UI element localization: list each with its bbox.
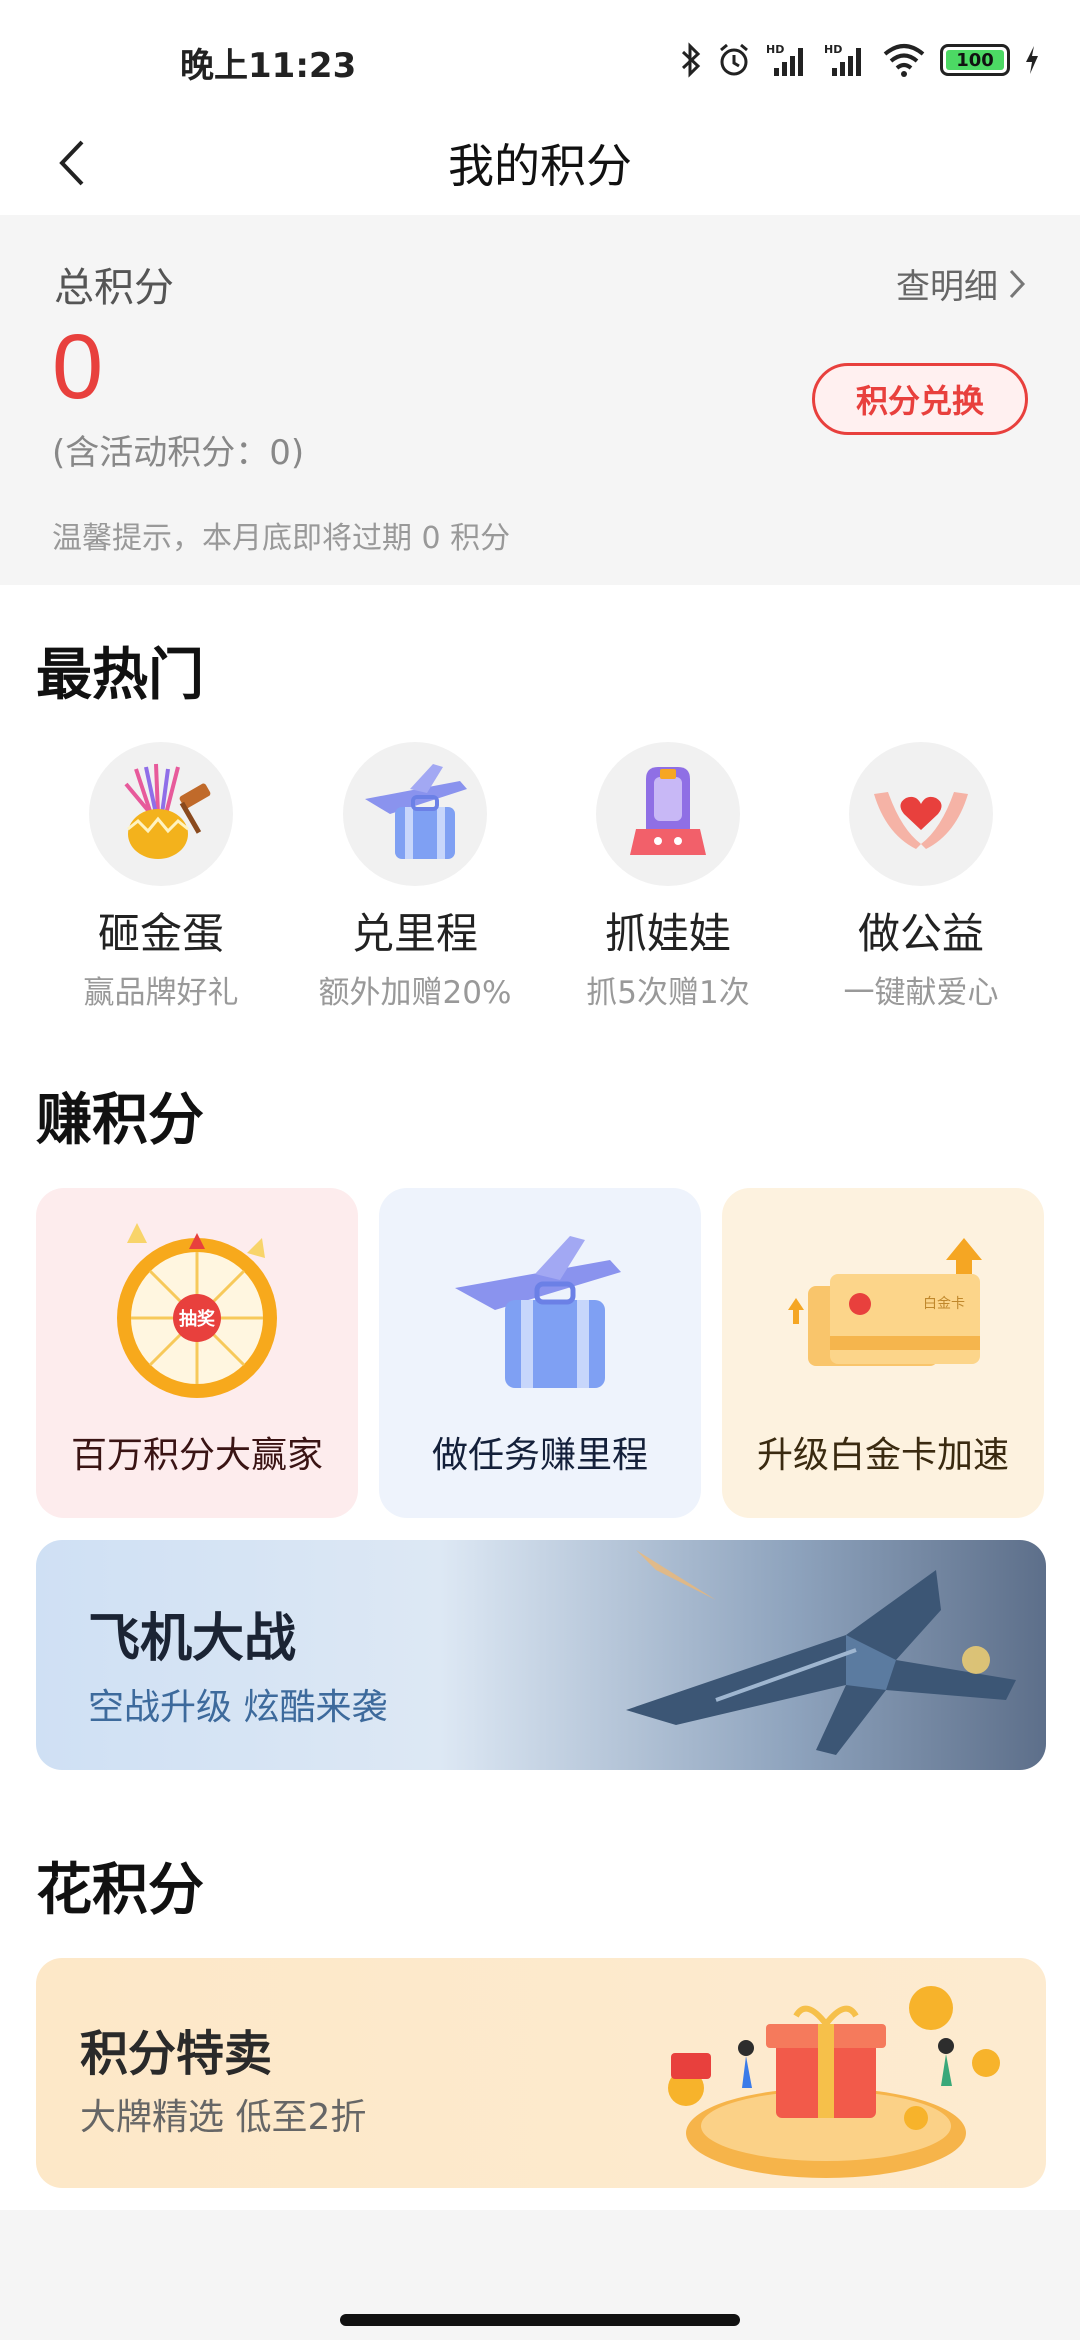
claw-machine-icon: [630, 767, 706, 855]
chevron-right-icon: [1009, 269, 1026, 298]
hot-item-golden-egg[interactable]: 砸金蛋 赢品牌好礼: [36, 742, 286, 1012]
wifi-icon: [883, 44, 925, 77]
hot-item-sub: 抓5次赠1次: [586, 975, 750, 1011]
hd-signal-icon: HD: [824, 43, 861, 76]
hot-item-name: 砸金蛋: [97, 909, 224, 958]
status-icons: HD HD 100: [680, 38, 1040, 82]
hot-item-sub: 赢品牌好礼: [83, 975, 239, 1011]
hot-item-charity[interactable]: 做公益 一键献爱心: [796, 742, 1046, 1012]
points-sale-banner[interactable]: 积分特卖 大牌精选 低至2折: [36, 1958, 1046, 2188]
bluetooth-icon: [681, 42, 701, 78]
hot-item-name: 抓娃娃: [604, 909, 731, 958]
earn-card-label: 升级白金卡加速: [756, 1435, 1009, 1476]
prize-wheel-icon: 抽奖: [117, 1223, 277, 1398]
points-page: 晚上11:23 HD HD 100 我的积分 总积分 查明细 0 (含活动积分：…: [0, 0, 1080, 2340]
earn-section-title: 赚积分: [36, 1088, 204, 1153]
view-details-label: 查明细: [896, 267, 998, 307]
fighter-jet-icon: [626, 1550, 1016, 1755]
earn-card-mileage-tasks[interactable]: 做任务赚里程: [379, 1188, 701, 1518]
plane-luggage-icon: [455, 1236, 621, 1388]
plane-luggage-icon: [365, 764, 467, 859]
spend-section-title: 花积分: [36, 1858, 204, 1923]
points-value: 0: [52, 316, 104, 418]
page-title: 我的积分: [448, 139, 632, 193]
hot-row: 砸金蛋 赢品牌好礼 兑里程 额外加赠20% 抓娃娃 抓5次赠1次 做公益 一键献…: [0, 742, 1080, 1012]
earn-card-art: 白金卡: [722, 1208, 1044, 1418]
battery-level: 100: [946, 50, 1004, 71]
plane-war-banner[interactable]: 飞机大战 空战升级 炫酷来袭: [36, 1540, 1046, 1770]
hot-item-circle: [596, 742, 740, 886]
hd-signal-icon: HD: [766, 43, 803, 76]
points-sale-title: 积分特卖: [80, 2026, 273, 2082]
hot-item-name: 做公益: [857, 909, 984, 958]
nav-bar: 我的积分: [0, 110, 1080, 215]
alarm-icon: [720, 43, 748, 76]
hot-item-sub: 一键献爱心: [843, 975, 999, 1011]
view-details-link[interactable]: 查明细: [896, 259, 1026, 308]
plane-war-title: 飞机大战: [88, 1609, 297, 1669]
svg-text:HD: HD: [824, 43, 842, 56]
hot-item-sub: 额外加赠20%: [318, 975, 512, 1011]
gift-coins-icon: [668, 1986, 1000, 2178]
upgrade-card-icon: 白金卡: [788, 1238, 982, 1366]
hot-item-circle: [849, 742, 993, 886]
earn-card-label: 做任务赚里程: [431, 1435, 648, 1476]
hot-item-circle: [343, 742, 487, 886]
status-bar: 晚上11:23 HD HD 100: [0, 0, 1080, 110]
svg-text:HD: HD: [766, 43, 784, 56]
expiry-tip: 温馨提示，本月底即将过期 0 积分: [52, 521, 511, 556]
hot-item-claw-machine[interactable]: 抓娃娃 抓5次赠1次: [543, 742, 793, 1012]
hot-section-title: 最热门: [36, 643, 204, 708]
heart-hands-icon: [874, 792, 968, 849]
points-sale-subtitle: 大牌精选 低至2折: [80, 2097, 367, 2138]
points-summary: 总积分 查明细 0 (含活动积分：0) 积分兑换 温馨提示，本月底即将过期 0 …: [0, 215, 1080, 585]
earn-card-art: [379, 1208, 701, 1418]
plane-war-subtitle: 空战升级 炫酷来袭: [88, 1687, 388, 1728]
golden-egg-icon: [124, 763, 211, 859]
earn-card-art: 抽奖: [36, 1208, 358, 1418]
earn-card-lucky-draw[interactable]: 抽奖 百万积分大赢家: [36, 1188, 358, 1518]
total-points-label: 总积分: [54, 265, 174, 311]
earn-card-label: 百万积分大赢家: [70, 1435, 323, 1476]
home-indicator[interactable]: [340, 2314, 740, 2326]
hot-item-mileage[interactable]: 兑里程 额外加赠20%: [290, 742, 540, 1012]
status-time: 晚上11:23: [180, 46, 357, 86]
exchange-points-button[interactable]: 积分兑换: [812, 363, 1028, 435]
hot-item-name: 兑里程: [351, 909, 478, 958]
activity-points: (含活动积分：0): [52, 433, 305, 473]
earn-card-platinum-upgrade[interactable]: 白金卡 升级白金卡加速: [722, 1188, 1044, 1518]
upgrade-card-label: 白金卡: [923, 1296, 965, 1312]
hot-item-circle: [89, 742, 233, 886]
prize-wheel-label: 抽奖: [179, 1308, 216, 1330]
charging-icon: [1026, 46, 1038, 74]
battery-icon: 100: [940, 44, 1010, 76]
